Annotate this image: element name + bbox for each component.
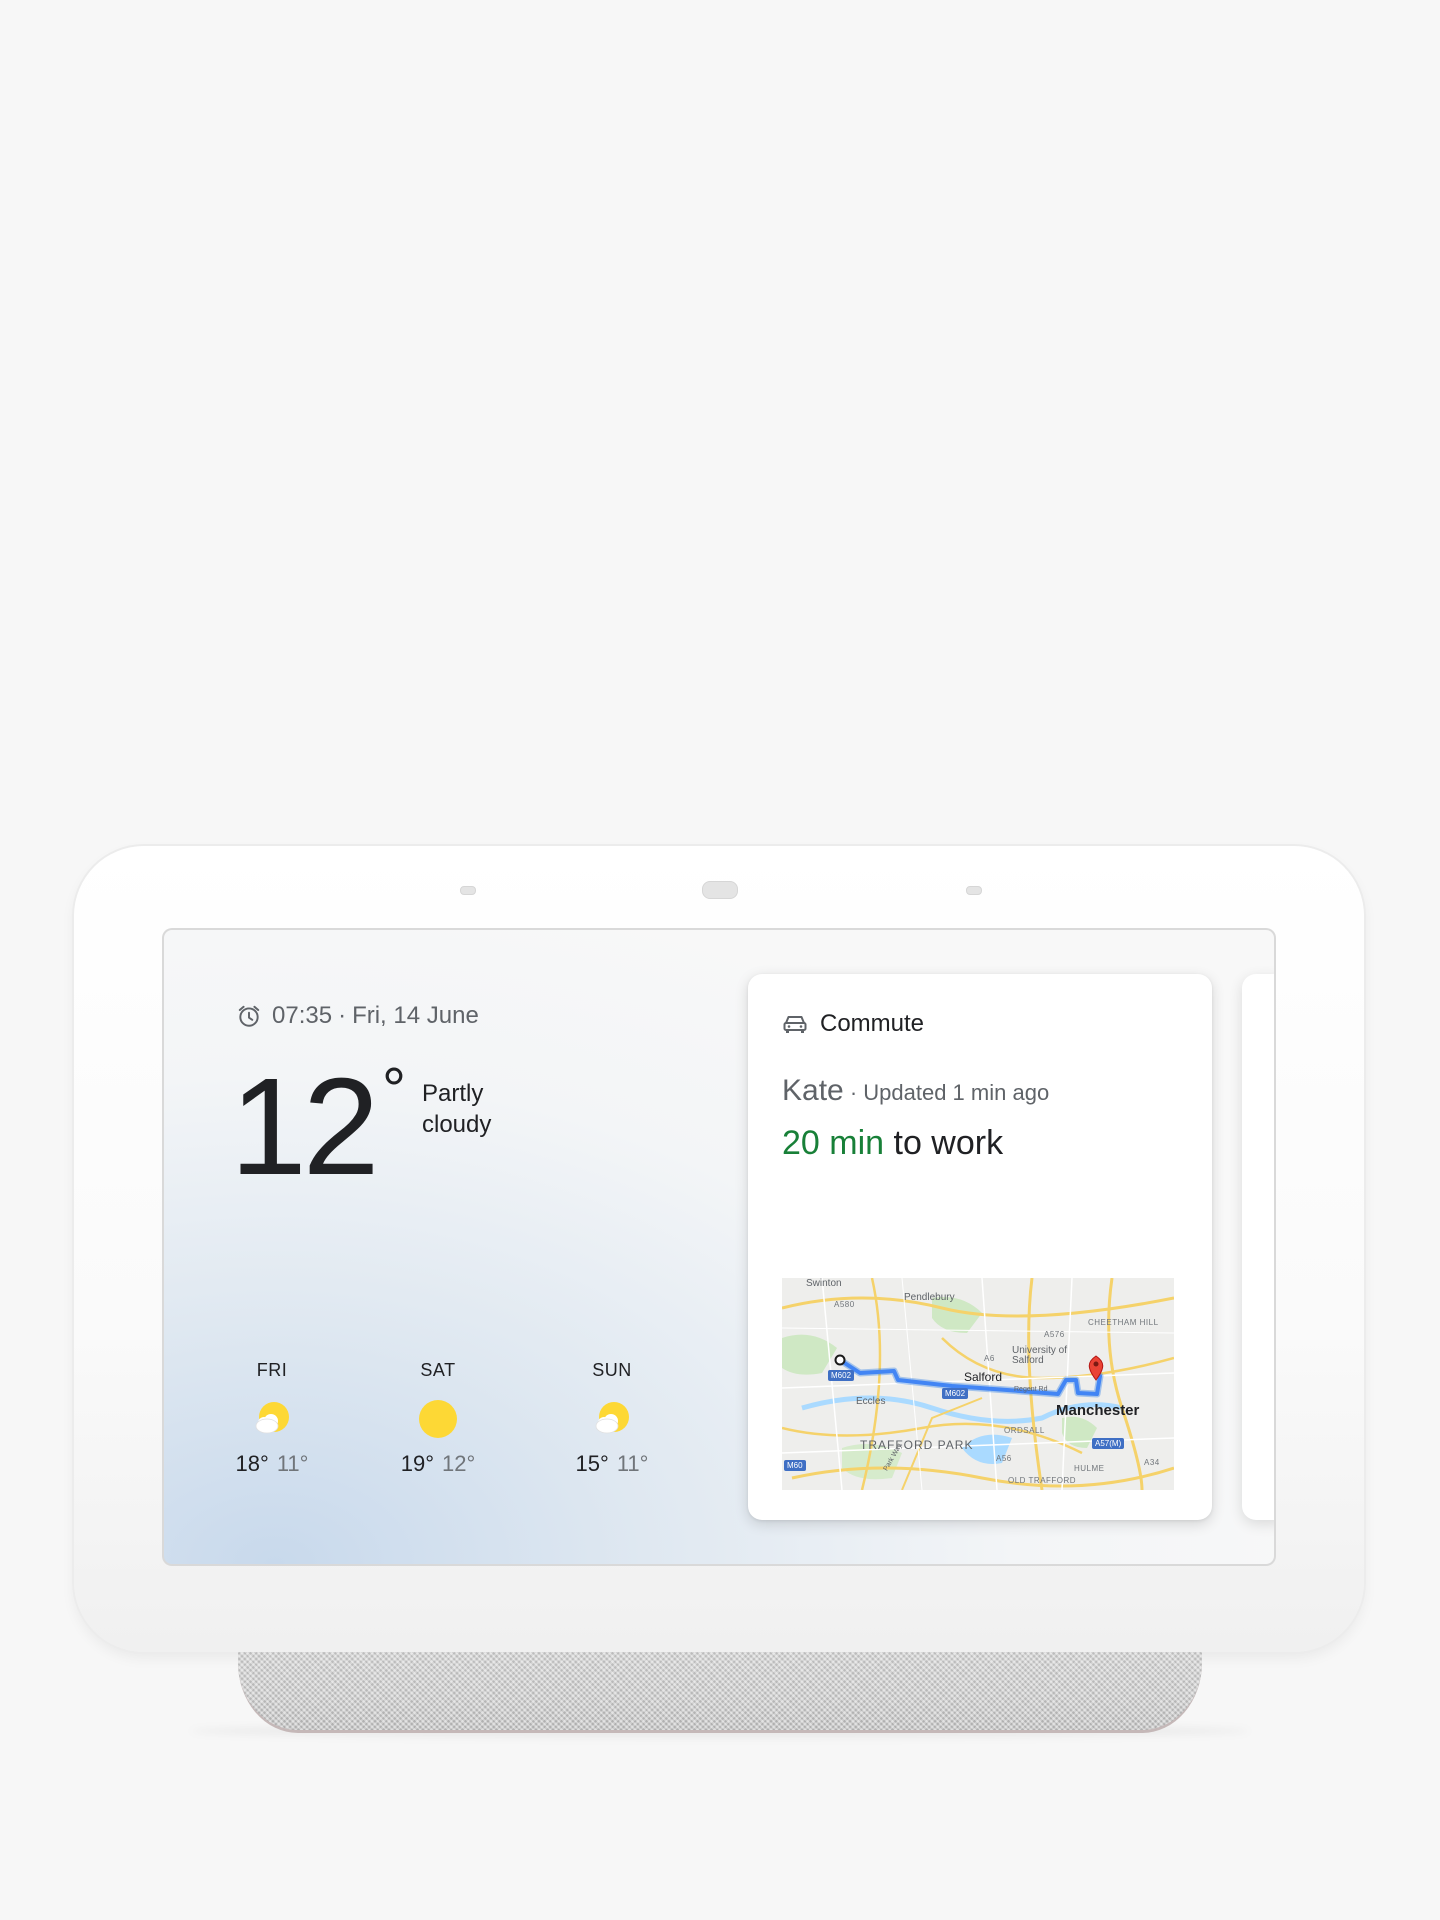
forecast-low: 12° xyxy=(442,1451,476,1476)
map-road-label: A56 xyxy=(996,1454,1012,1463)
commute-card[interactable]: Commute Kate · Updated 1 min ago 20 min … xyxy=(748,974,1212,1520)
forecast-high: 18° xyxy=(235,1451,269,1476)
time-date-separator: · xyxy=(338,1002,347,1029)
map-road-label: A6 xyxy=(984,1354,995,1363)
commute-eta-row: 20 min to work xyxy=(782,1124,1003,1163)
commute-person-row: Kate · Updated 1 min ago xyxy=(782,1074,1049,1108)
microphone-left xyxy=(460,886,476,895)
forecast-high: 19° xyxy=(400,1451,434,1476)
ambient-light-sensor xyxy=(702,881,738,899)
map-road-badge: M602 xyxy=(942,1388,969,1399)
forecast-high: 15° xyxy=(575,1451,609,1476)
weather-condition: Partly cloudy xyxy=(422,1080,492,1138)
alarm-clock-icon xyxy=(238,1005,260,1027)
screen-bezel: 07:35 · Fri, 14 June 12 ° Partly cloudy … xyxy=(162,928,1276,1566)
partly-cloudy-icon xyxy=(255,1402,289,1434)
sunny-icon xyxy=(419,1400,457,1438)
home-screen[interactable]: 07:35 · Fri, 14 June 12 ° Partly cloudy … xyxy=(164,930,1274,1564)
car-icon xyxy=(783,1016,807,1033)
current-time: 07:35 xyxy=(272,1002,333,1029)
map-place-label: Swinton xyxy=(806,1278,842,1289)
map-road-label: A34 xyxy=(1144,1458,1160,1467)
map-place-label: Regent Rd xyxy=(1014,1386,1048,1393)
forecast-day-label: SUN xyxy=(592,1360,632,1380)
commute-updated-time: · Updated 1 min ago xyxy=(843,1080,1050,1105)
map-road-label: A580 xyxy=(834,1300,855,1309)
commute-destination: to work xyxy=(884,1124,1004,1162)
map-city-label: Salford xyxy=(964,1370,1003,1384)
temperature-degree-symbol: ° xyxy=(382,1056,406,1123)
smart-display-device: 07:35 · Fri, 14 June 12 ° Partly cloudy … xyxy=(74,846,1364,1652)
map-place-label: Eccles xyxy=(856,1396,886,1407)
commute-route-map[interactable]: Swinton Pendlebury Eccles University of … xyxy=(782,1278,1174,1490)
map-place-label: University of Salford xyxy=(1012,1345,1068,1366)
map-district-label: HULME xyxy=(1074,1464,1105,1473)
current-temperature: 12 xyxy=(230,1050,379,1204)
commute-person-name: Kate xyxy=(782,1074,844,1107)
time-date-row: 07:35 · Fri, 14 June xyxy=(236,1002,479,1030)
map-graphic xyxy=(782,1278,1174,1490)
map-place-label: Pendlebury xyxy=(904,1292,955,1303)
map-city-label: Manchester xyxy=(1056,1402,1140,1419)
map-district-label: CHEETHAM HILL xyxy=(1088,1318,1159,1327)
next-card-peek[interactable] xyxy=(1242,974,1274,1520)
map-district-label: OLD TRAFFORD xyxy=(1008,1476,1077,1485)
partly-cloudy-icon xyxy=(595,1402,629,1434)
commute-duration: 20 min xyxy=(782,1124,885,1162)
microphone-right xyxy=(966,886,982,895)
forecast-day-label: SAT xyxy=(420,1360,456,1380)
forecast-day[interactable]: FRI 18° 11° xyxy=(222,1360,322,1477)
forecast-low: 11° xyxy=(616,1451,649,1476)
current-date: Fri, 14 June xyxy=(352,1002,479,1029)
map-road-badge: M60 xyxy=(784,1460,806,1471)
map-road-badge: A57(M) xyxy=(1092,1438,1125,1449)
forecast-day[interactable]: SAT 19° 12° xyxy=(388,1360,488,1477)
forecast-day[interactable]: SUN 15° 11° xyxy=(562,1360,662,1477)
commute-title: Commute xyxy=(820,1010,925,1037)
map-district-label: ORDSALL xyxy=(1004,1426,1045,1435)
commute-card-header: Commute xyxy=(782,1010,924,1038)
speaker-fabric-base xyxy=(238,1652,1202,1733)
map-district-label: TRAFFORD PARK xyxy=(860,1438,974,1452)
map-road-label: A576 xyxy=(1044,1330,1065,1339)
forecast-low: 11° xyxy=(276,1451,309,1476)
forecast-day-label: FRI xyxy=(256,1360,288,1380)
map-road-badge: M602 xyxy=(828,1370,855,1381)
